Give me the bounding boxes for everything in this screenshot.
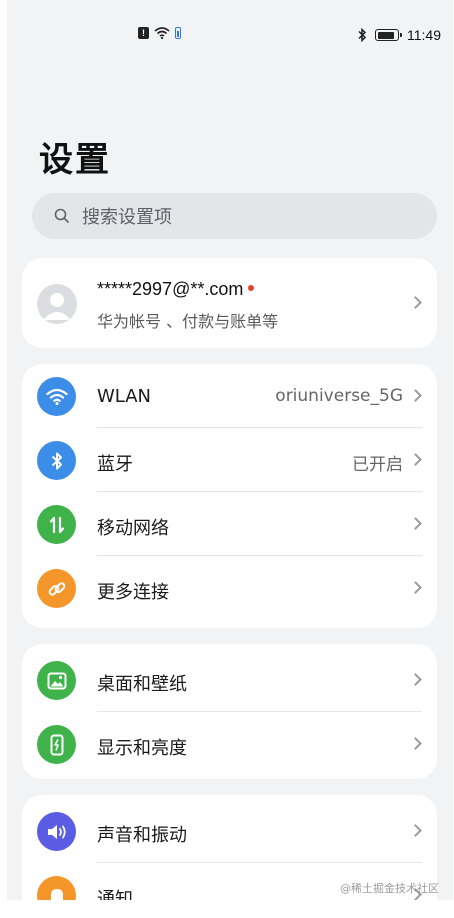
settings-item-label: 移动网络 — [97, 518, 169, 539]
settings-item-value: oriuniverse_5G — [275, 386, 403, 406]
settings-item-more-connections[interactable]: 更多连接 — [22, 556, 437, 620]
bluetooth-icon — [358, 28, 367, 42]
status-left-icons: ! — [138, 27, 181, 39]
settings-item-label: WLAN — [97, 386, 152, 407]
chevron-right-icon — [409, 389, 422, 402]
display-settings-card: 桌面和壁纸 显示和亮度 — [22, 644, 437, 779]
brightness-icon — [37, 725, 76, 764]
settings-item-label: 桌面和壁纸 — [97, 674, 187, 695]
new-badge-dot — [248, 285, 255, 291]
settings-item-display-brightness[interactable]: 显示和亮度 — [22, 712, 437, 776]
search-icon — [54, 208, 69, 223]
settings-item-label: 通知 — [97, 889, 133, 900]
account-subtitle: 华为帐号 、付款与账单等 — [97, 312, 279, 331]
volume-icon — [37, 812, 76, 851]
chevron-right-icon — [409, 737, 422, 750]
settings-item-wlan[interactable]: WLAN oriuniverse_5G — [22, 364, 437, 428]
battery-saver-icon — [175, 27, 181, 39]
mobile-data-icon — [37, 505, 76, 544]
wifi-icon — [37, 377, 76, 416]
settings-item-label: 声音和振动 — [97, 825, 187, 846]
settings-screen: ! 11:49 设置 搜索设置项 *****2997@**.com 华为帐号 、… — [7, 0, 453, 900]
settings-item-bluetooth[interactable]: 蓝牙 已开启 — [22, 428, 437, 492]
account-name: *****2997@**.com — [97, 279, 244, 299]
chevron-right-icon — [409, 296, 422, 309]
network-settings-card: WLAN oriuniverse_5G 蓝牙 已开启 移动网络 更多连接 — [22, 364, 437, 628]
chevron-right-icon — [409, 453, 422, 466]
account-name-row: *****2997@**.com — [97, 279, 255, 300]
settings-item-label: 显示和亮度 — [97, 738, 187, 759]
settings-item-value: 已开启 — [352, 455, 403, 475]
notification-icon — [37, 876, 76, 900]
search-placeholder: 搜索设置项 — [82, 207, 172, 228]
wifi-icon — [154, 27, 170, 39]
chevron-right-icon — [409, 581, 422, 594]
user-icon — [43, 293, 71, 320]
alert-icon: ! — [138, 27, 149, 39]
settings-item-mobile-network[interactable]: 移动网络 — [22, 492, 437, 556]
chevron-right-icon — [409, 824, 422, 837]
status-bar: ! 11:49 — [7, 0, 453, 70]
status-right-icons: 11:49 — [357, 27, 441, 43]
chevron-right-icon — [409, 673, 422, 686]
avatar — [37, 284, 77, 324]
watermark: @稀土掘金技术社区 — [340, 882, 439, 895]
chevron-right-icon — [409, 517, 422, 530]
bluetooth-icon — [37, 441, 76, 480]
page-title: 设置 — [39, 140, 111, 180]
link-icon — [37, 569, 76, 608]
settings-item-sound-vibration[interactable]: 声音和振动 — [22, 799, 437, 863]
status-time: 11:49 — [407, 27, 441, 43]
search-input[interactable]: 搜索设置项 — [32, 193, 437, 239]
settings-item-label: 蓝牙 — [97, 454, 133, 475]
settings-item-label: 更多连接 — [97, 582, 169, 603]
account-card[interactable]: *****2997@**.com 华为帐号 、付款与账单等 — [22, 258, 437, 348]
settings-item-wallpaper[interactable]: 桌面和壁纸 — [22, 648, 437, 712]
wallpaper-icon — [37, 661, 76, 700]
battery-icon — [375, 29, 402, 41]
